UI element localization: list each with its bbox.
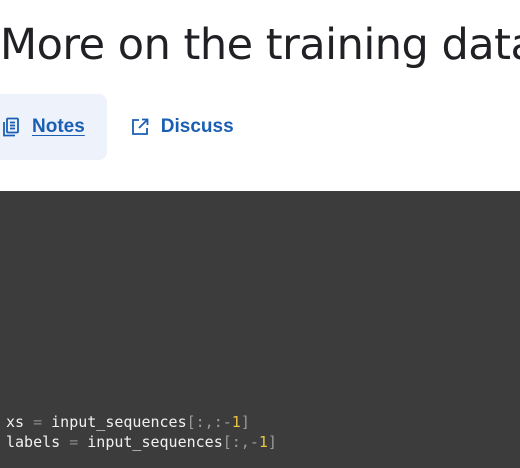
external-link-icon bbox=[129, 116, 151, 138]
tab-notes[interactable]: Notes bbox=[0, 94, 107, 160]
tab-notes-label: Notes bbox=[32, 116, 85, 137]
code-token: = bbox=[69, 433, 79, 451]
code-token: 1 bbox=[258, 433, 268, 451]
code-token: input_sequences bbox=[51, 413, 187, 431]
notes-icon bbox=[0, 116, 22, 138]
code-line: xs = input_sequences[:,:-1] bbox=[6, 413, 250, 431]
code-block: xs = input_sequences[:,:-1] labels = inp… bbox=[6, 412, 277, 452]
code-token: :,:- bbox=[195, 413, 232, 431]
code-token: 1 bbox=[231, 413, 241, 431]
code-token: = bbox=[33, 413, 43, 431]
tab-discuss[interactable]: Discuss bbox=[107, 94, 234, 160]
code-line: labels = input_sequences[:,-1] bbox=[6, 433, 277, 451]
code-token: labels bbox=[6, 433, 61, 451]
code-token: [ bbox=[186, 413, 196, 431]
code-token: :,- bbox=[231, 433, 259, 451]
tab-discuss-label: Discuss bbox=[160, 116, 234, 137]
page-title: More on the training data bbox=[0, 20, 520, 70]
code-token: ] bbox=[267, 433, 277, 451]
code-token: [ bbox=[222, 433, 232, 451]
code-token: ] bbox=[240, 413, 250, 431]
page: More on the training data Notes Discuss … bbox=[0, 0, 520, 468]
code-token: xs bbox=[6, 413, 25, 431]
tab-bar: Notes Discuss bbox=[0, 94, 234, 160]
code-token: input_sequences bbox=[87, 433, 223, 451]
